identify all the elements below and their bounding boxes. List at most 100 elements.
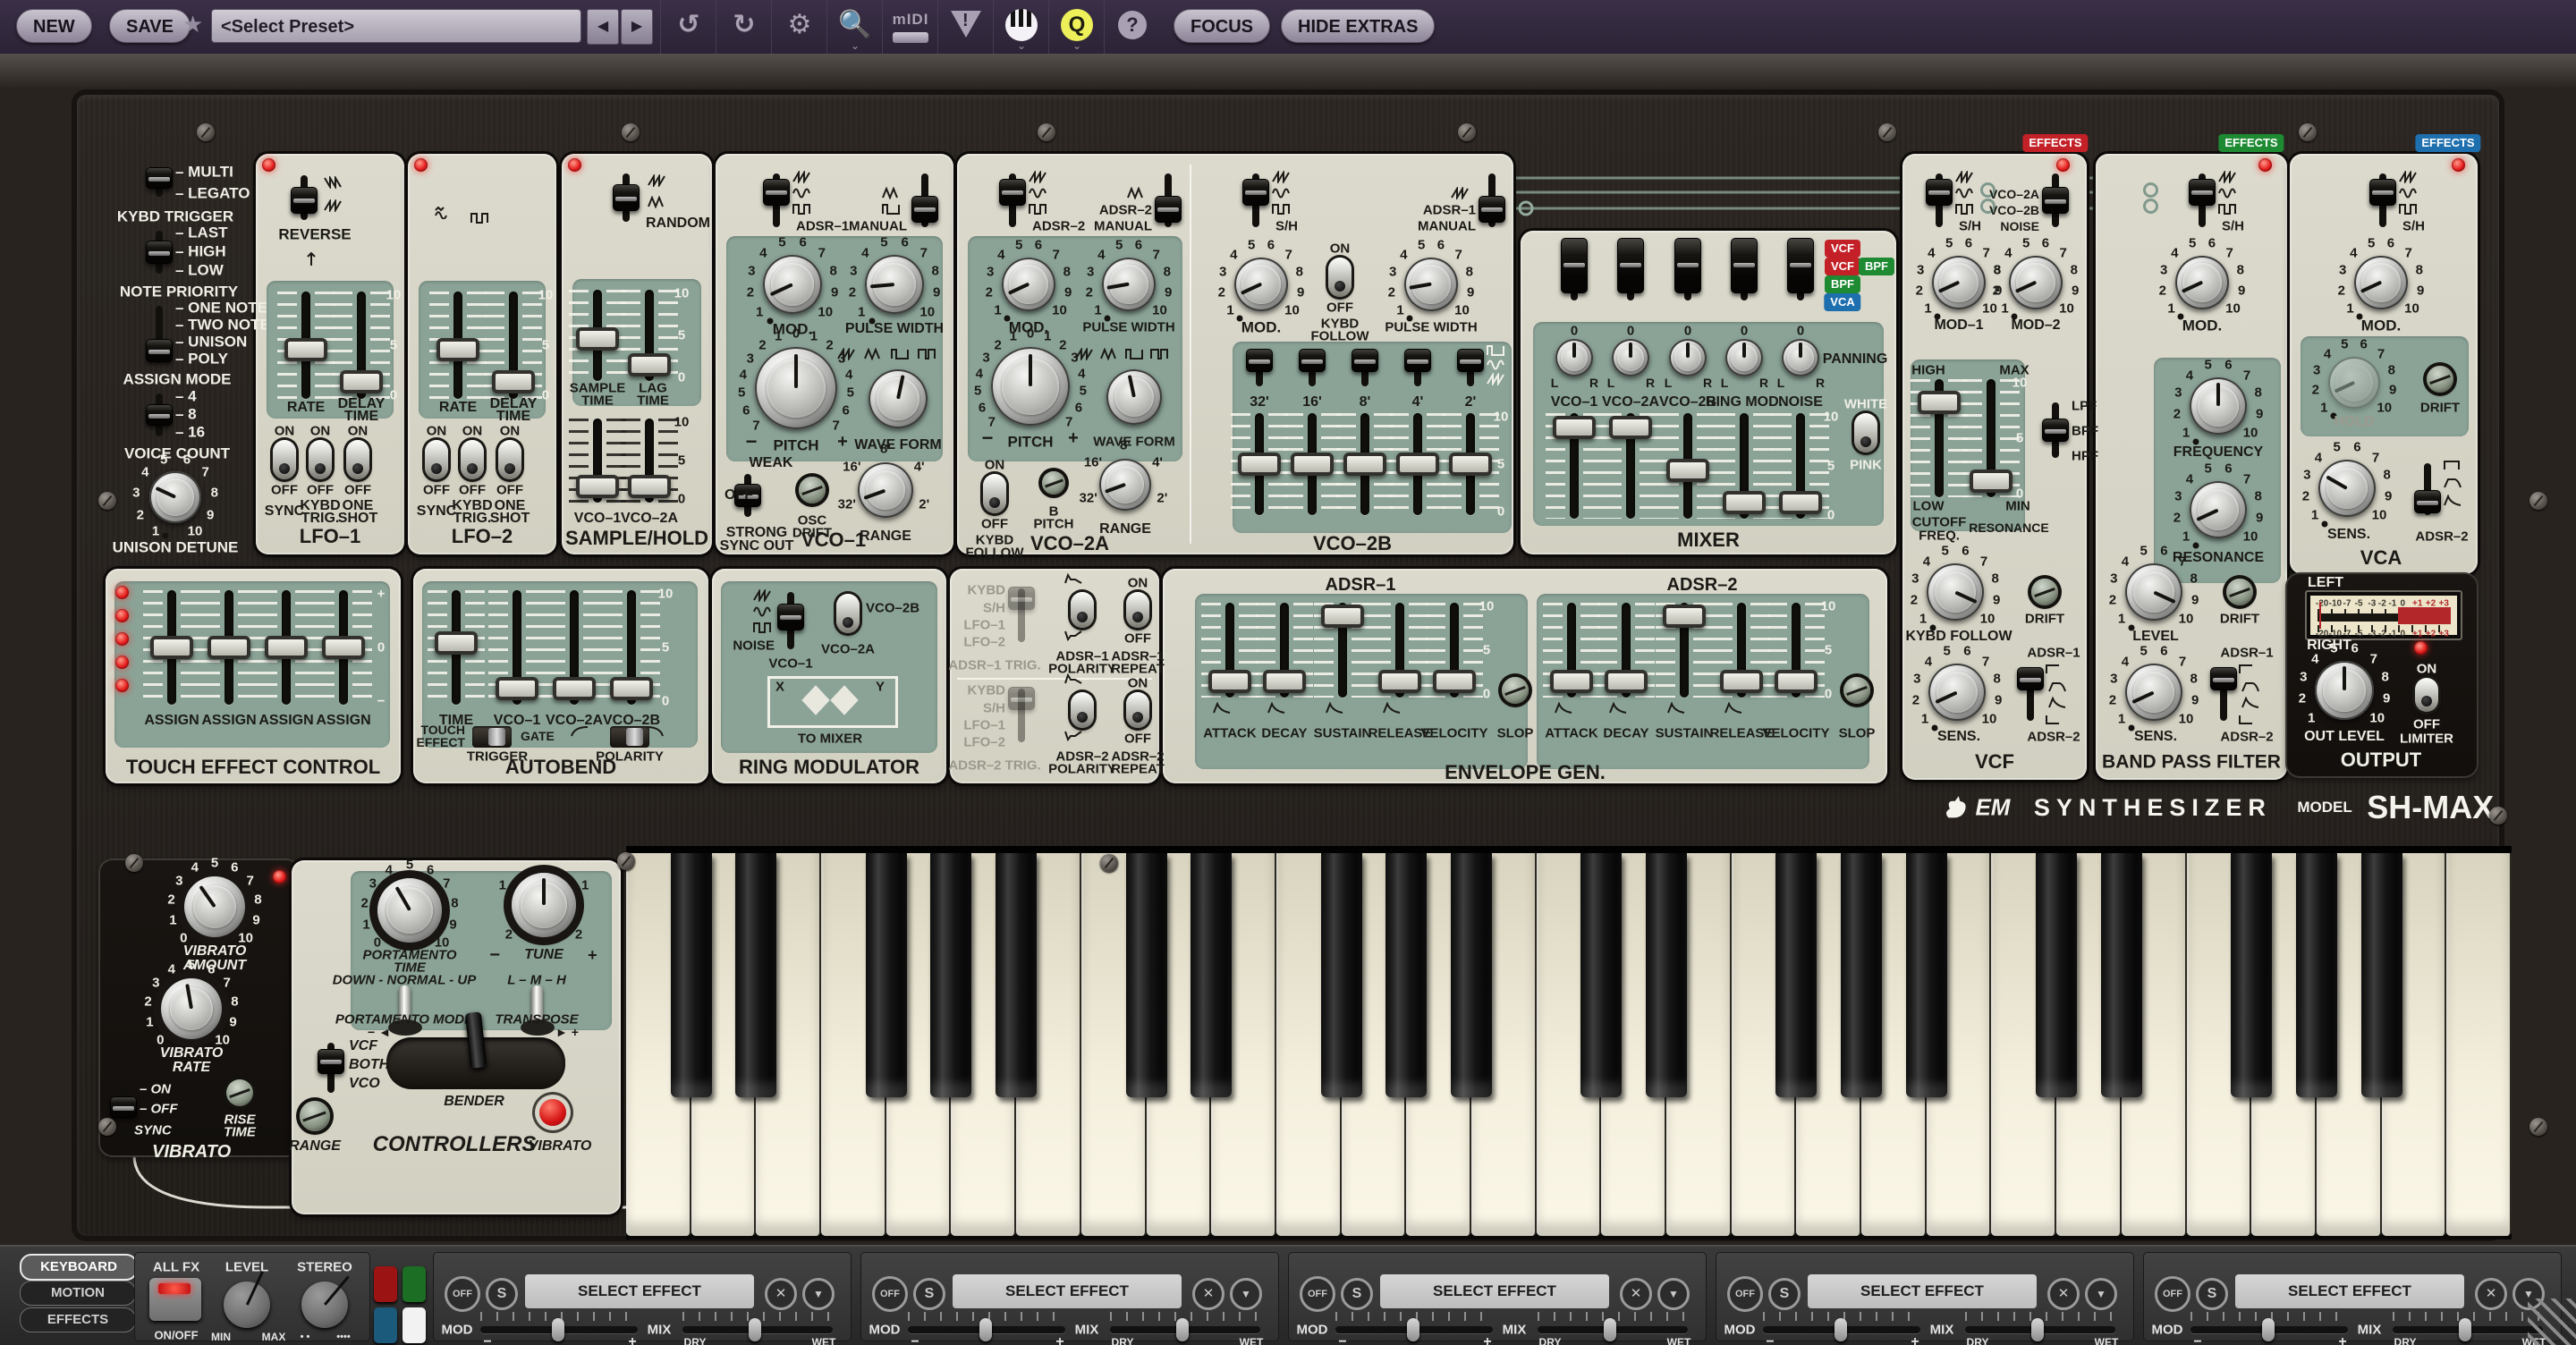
adsr1-repeat[interactable] bbox=[1126, 592, 1149, 628]
vca-mod-source[interactable] bbox=[2369, 179, 2396, 206]
black-key-10[interactable] bbox=[1321, 853, 1362, 1097]
vco2b-mod-source[interactable] bbox=[1242, 179, 1269, 206]
assign-mode-switch[interactable] bbox=[146, 339, 173, 362]
effect-off-button[interactable]: OFF bbox=[872, 1276, 908, 1312]
vco2a-mod-source[interactable] bbox=[999, 179, 1026, 206]
vco2b-wave-32[interactable] bbox=[1246, 349, 1273, 372]
vibrato-sync[interactable] bbox=[110, 1096, 137, 1118]
select-effect-dropdown[interactable]: SELECT EFFECT bbox=[1808, 1274, 2037, 1308]
black-key-17[interactable] bbox=[1775, 853, 1817, 1097]
mix-level-vco2b-handle[interactable] bbox=[1666, 459, 1709, 482]
mix-route-noise[interactable] bbox=[1787, 238, 1814, 293]
color-swatch-2[interactable] bbox=[374, 1307, 397, 1343]
vco1-pitch-knob[interactable] bbox=[755, 347, 837, 429]
adsr1-slop[interactable] bbox=[1502, 677, 1529, 704]
black-key-21[interactable] bbox=[2036, 853, 2077, 1097]
vco2b-mix-8-handle[interactable] bbox=[1343, 453, 1386, 476]
vco2a-waveform-knob[interactable] bbox=[1106, 369, 1162, 425]
ringmod-y-source[interactable] bbox=[836, 594, 860, 633]
black-key-11[interactable] bbox=[1385, 853, 1427, 1097]
adsr1-release-handle[interactable] bbox=[1378, 670, 1421, 693]
sh-source-switch[interactable] bbox=[613, 184, 640, 211]
vcf-mod2-source[interactable] bbox=[2042, 187, 2069, 214]
sh-sample-time-handle[interactable] bbox=[576, 327, 619, 351]
vcf-env-select[interactable] bbox=[2017, 667, 2044, 690]
all-fx-button[interactable] bbox=[149, 1278, 201, 1321]
vco2b-wave-8[interactable] bbox=[1352, 349, 1378, 372]
vibrato-button[interactable] bbox=[539, 1099, 566, 1126]
effect-off-button[interactable]: OFF bbox=[1300, 1276, 1335, 1312]
mix-slider-handle[interactable] bbox=[2459, 1318, 2471, 1341]
white-key-28[interactable] bbox=[2446, 853, 2512, 1236]
vcf-mod1-knob[interactable] bbox=[1932, 256, 1986, 309]
autobend-polarity[interactable] bbox=[610, 726, 649, 748]
bpf-resonance-knob[interactable] bbox=[2190, 481, 2247, 538]
vcf-filter-mode[interactable] bbox=[2042, 419, 2069, 442]
portamento-time-knob[interactable] bbox=[377, 878, 442, 943]
sh-lag-time-handle[interactable] bbox=[628, 353, 671, 376]
color-swatch-0[interactable] bbox=[374, 1266, 397, 1302]
lfo1-sync[interactable] bbox=[273, 440, 296, 479]
lfo1-reverse-switch[interactable] bbox=[291, 187, 318, 214]
adsr2-release-handle[interactable] bbox=[1720, 670, 1763, 693]
vcf-cutoff-freq-handle[interactable] bbox=[1918, 391, 1961, 414]
autobend-vco1-handle[interactable] bbox=[496, 677, 538, 700]
adsr2-attack-handle[interactable] bbox=[1550, 670, 1593, 693]
bender-target[interactable] bbox=[318, 1049, 344, 1074]
bpf-drift[interactable] bbox=[2226, 579, 2253, 605]
vca-hold-knob[interactable] bbox=[2328, 357, 2380, 409]
black-key-22[interactable] bbox=[2101, 853, 2142, 1097]
mix-route-vco1[interactable] bbox=[1561, 238, 1588, 293]
black-key-19[interactable] bbox=[1906, 853, 1947, 1097]
vca-mod-knob[interactable] bbox=[2354, 256, 2408, 309]
lfo1-one-shot[interactable] bbox=[346, 440, 369, 479]
adsr1-trig-select[interactable] bbox=[1008, 587, 1035, 610]
sh-vco1-amt-handle[interactable] bbox=[576, 475, 619, 498]
adsr1-velocity-handle[interactable] bbox=[1433, 670, 1476, 693]
mod-slider-handle[interactable] bbox=[979, 1318, 992, 1341]
mix-level-vco2a-handle[interactable] bbox=[1609, 416, 1652, 439]
effect-solo-button[interactable]: S bbox=[913, 1278, 945, 1310]
lfo2-rate-handle[interactable] bbox=[436, 338, 479, 361]
vcf-resonance-handle[interactable] bbox=[1970, 469, 2012, 493]
vco2b-mix-4-handle[interactable] bbox=[1396, 453, 1439, 476]
vco2b-pulse-width-knob[interactable] bbox=[1404, 258, 1458, 311]
vco2a-kybd-follow[interactable] bbox=[983, 474, 1006, 513]
mod-slider-handle[interactable] bbox=[1835, 1318, 1847, 1341]
lfo2-delay-time-handle[interactable] bbox=[492, 370, 535, 393]
vca-env-select[interactable] bbox=[2414, 490, 2441, 513]
autobend-trigger[interactable] bbox=[472, 726, 512, 748]
pan-vco1[interactable] bbox=[1555, 339, 1593, 376]
bpf-env-select[interactable] bbox=[2210, 667, 2237, 690]
mix-slider-handle[interactable] bbox=[2031, 1318, 2044, 1341]
adsr2-slop[interactable] bbox=[1843, 677, 1870, 704]
color-swatch-3[interactable] bbox=[402, 1307, 426, 1343]
bpf-sens-knob[interactable] bbox=[2125, 664, 2182, 721]
adsr2-sustain-handle[interactable] bbox=[1663, 605, 1706, 628]
lfo2-sync[interactable] bbox=[425, 440, 448, 479]
black-key-4[interactable] bbox=[930, 853, 971, 1097]
mix-slider-handle[interactable] bbox=[749, 1318, 761, 1341]
black-key-15[interactable] bbox=[1646, 853, 1687, 1097]
adsr2-decay-handle[interactable] bbox=[1605, 670, 1648, 693]
vcf-mod2-knob[interactable] bbox=[2009, 256, 2063, 309]
vco1-mod-knob[interactable] bbox=[763, 255, 822, 314]
vco2b-wave-4[interactable] bbox=[1404, 349, 1431, 372]
black-key-1[interactable] bbox=[735, 853, 776, 1097]
mod-slider-handle[interactable] bbox=[2262, 1318, 2275, 1341]
vco1-osc-drift[interactable] bbox=[799, 477, 826, 503]
voice-count-switch[interactable] bbox=[146, 404, 173, 426]
tab-motion[interactable]: MOTION bbox=[20, 1281, 136, 1306]
note-priority-switch[interactable] bbox=[146, 241, 173, 264]
adsr1-polarity[interactable] bbox=[1071, 592, 1094, 628]
black-key-8[interactable] bbox=[1191, 853, 1232, 1097]
adsr2-polarity[interactable] bbox=[1071, 692, 1094, 728]
touch-assign-2-handle[interactable] bbox=[208, 636, 250, 659]
mix-slider-handle[interactable] bbox=[1604, 1318, 1616, 1341]
mix-route-ringmod[interactable] bbox=[1731, 238, 1758, 293]
effect-remove-button[interactable]: ✕ bbox=[1620, 1278, 1652, 1310]
vca-drift[interactable] bbox=[2427, 366, 2453, 393]
lfo2-one-shot[interactable] bbox=[498, 440, 521, 479]
out-level-knob[interactable] bbox=[2315, 661, 2374, 720]
mix-level-vco1-handle[interactable] bbox=[1553, 416, 1596, 439]
